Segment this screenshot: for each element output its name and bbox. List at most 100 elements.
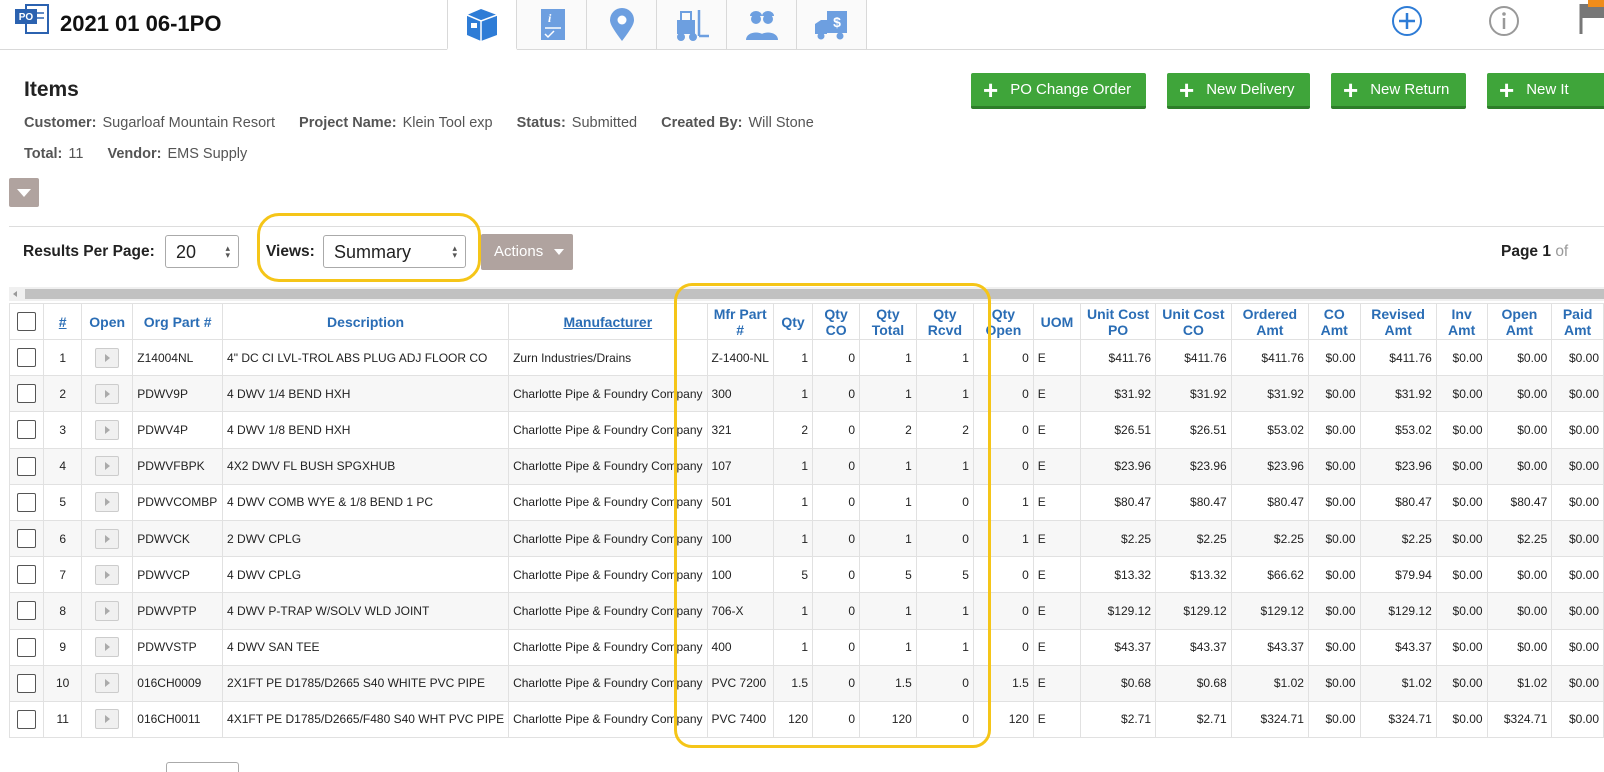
open-amt: $324.71	[1486, 700, 1553, 739]
row-checkbox[interactable]	[17, 565, 37, 585]
table-row[interactable]: 1 Z14004NL 4" DC CI LVL-TROL ABS PLUG ADJ …	[8, 338, 1604, 377]
column-header[interactable]: Qty Open	[972, 303, 1034, 340]
table-row[interactable]: 3 PDWV4P 4 DWV 1/8 BEND HXH Charlotte Pipe …	[8, 411, 1604, 449]
flag-icon[interactable]	[1578, 0, 1604, 36]
collapse-toggle-button[interactable]	[9, 178, 39, 207]
tab-billing[interactable]: $	[797, 0, 867, 50]
scrollbar-thumb[interactable]	[25, 289, 1604, 299]
description: 4 DWV CPLG	[222, 556, 510, 594]
row-checkbox[interactable]	[17, 384, 37, 404]
row-checkbox[interactable]	[17, 420, 37, 440]
new-delivery-button[interactable]: + New Delivery	[1167, 73, 1310, 109]
column-header[interactable]: Qty Rcvd	[915, 303, 974, 340]
unit-cost-po: $0.68	[1080, 664, 1157, 702]
column-header[interactable]: Mfr Part #	[706, 303, 774, 340]
qty-total: 1	[859, 519, 917, 558]
add-circle-icon[interactable]	[1390, 4, 1424, 38]
open-row-button[interactable]	[95, 528, 120, 549]
row-checkbox[interactable]	[17, 348, 37, 368]
new-return-button[interactable]: + New Return	[1331, 73, 1466, 109]
row-checkbox[interactable]	[17, 709, 37, 729]
open-row-button[interactable]	[95, 383, 120, 404]
table-row[interactable]: 10 016CH0009 2X1FT PE D1785/D2665 S40 WHIT…	[8, 664, 1604, 702]
bottom-pager-select[interactable]	[166, 762, 239, 772]
column-header[interactable]: Description	[222, 303, 510, 340]
po-change-order-button[interactable]: + PO Change Order	[971, 73, 1146, 109]
open-row-button[interactable]	[95, 600, 120, 621]
row-checkbox[interactable]	[17, 492, 37, 512]
tab-contacts[interactable]	[727, 0, 797, 50]
open-row-button[interactable]	[95, 564, 120, 585]
description: 4 DWV P-TRAP W/SOLV WLD JOINT	[222, 592, 510, 630]
revised-amt: $129.12	[1359, 592, 1437, 630]
column-header[interactable]: Manufacturer	[508, 303, 708, 340]
qty-co: 0	[812, 664, 861, 702]
column-header[interactable]: Unit Cost CO	[1155, 303, 1232, 340]
row-checkbox[interactable]	[17, 529, 37, 549]
table-row[interactable]: 5 PDWVCOMBP 4 DWV COMB WYE & 1/8 BEND 1 PC…	[8, 483, 1604, 521]
actions-dropdown-button[interactable]: Actions	[481, 234, 573, 270]
qty: 120	[772, 700, 814, 739]
qty-co: 0	[812, 628, 861, 666]
open-row-button[interactable]	[95, 637, 120, 658]
column-header[interactable]: Open Amt	[1486, 303, 1553, 340]
status-value: Submitted	[571, 115, 638, 131]
tab-info[interactable]: i	[517, 0, 587, 50]
results-per-page-label: Results Per Page:	[23, 243, 155, 260]
column-header[interactable]: Inv Amt	[1435, 303, 1488, 340]
ordered-amt: $324.71	[1230, 700, 1309, 739]
open-row-button[interactable]	[95, 492, 120, 513]
table-row[interactable]: 4 PDWVFBPK 4X2 DWV FL BUSH SPGXHUB Charlott…	[8, 447, 1604, 485]
column-header[interactable]: Paid Amt	[1551, 303, 1604, 340]
column-header[interactable]: #	[43, 303, 83, 340]
row-select-cell	[8, 338, 45, 377]
column-header[interactable]: Revised Amt	[1359, 303, 1437, 340]
column-header[interactable]: Org Part #	[132, 303, 224, 340]
info-circle-icon[interactable]	[1487, 4, 1521, 38]
column-header[interactable]: Open	[81, 303, 134, 340]
row-checkbox[interactable]	[17, 601, 37, 621]
open-row-button[interactable]	[95, 709, 120, 730]
column-header[interactable]: Qty CO	[812, 303, 861, 340]
table-row[interactable]: 11 016CH0011 4X1FT PE D1785/D2665/F480 S40…	[8, 700, 1604, 739]
table-row[interactable]: 6 PDWVCK 2 DWV CPLG Charlotte Pipe & Foundr…	[8, 519, 1604, 558]
revised-amt: $2.25	[1359, 519, 1437, 558]
tab-delivery[interactable]	[657, 0, 727, 50]
horizontal-scrollbar[interactable]	[9, 287, 1604, 301]
uom: E	[1032, 338, 1082, 377]
manufacturer: Charlotte Pipe & Foundry Company	[508, 664, 708, 702]
table-row[interactable]: 9 PDWVSTP 4 DWV SAN TEE Charlotte Pipe & Fo…	[8, 628, 1604, 666]
column-header[interactable]: Unit Cost PO	[1080, 303, 1157, 340]
manufacturer: Zurn Industries/Drains	[508, 338, 708, 377]
qty-rcvd: 0	[915, 483, 974, 521]
column-header[interactable]: UOM	[1032, 303, 1082, 340]
results-per-page-select[interactable]: 20 ▴ ▾	[165, 235, 239, 268]
open-row-button[interactable]	[95, 347, 120, 368]
ordered-amt: $129.12	[1230, 592, 1309, 630]
select-all-checkbox[interactable]	[17, 312, 37, 331]
qty-rcvd: 5	[915, 556, 974, 594]
row-number: 11	[43, 700, 83, 739]
column-header[interactable]: Qty Total	[859, 303, 917, 340]
total-label: Total:	[24, 146, 63, 162]
row-checkbox[interactable]	[17, 637, 37, 657]
tab-items[interactable]	[447, 0, 517, 50]
org-part-number: PDWVCOMBP	[132, 483, 224, 521]
column-header[interactable]: Ordered Amt	[1230, 303, 1309, 340]
column-header[interactable]: Qty	[772, 303, 814, 340]
tab-location[interactable]	[587, 0, 657, 50]
open-row-button[interactable]	[95, 673, 120, 694]
open-row-button[interactable]	[95, 456, 120, 477]
column-header[interactable]: CO Amt	[1307, 303, 1361, 340]
row-checkbox[interactable]	[17, 673, 37, 693]
qty: 1	[772, 447, 814, 485]
row-select-cell	[8, 447, 45, 485]
table-row[interactable]: 2 PDWV9P 4 DWV 1/4 BEND HXH Charlotte Pipe …	[8, 375, 1604, 413]
row-checkbox[interactable]	[17, 456, 37, 476]
scroll-left-icon[interactable]	[13, 291, 17, 297]
table-row[interactable]: 8 PDWVPTP 4 DWV P-TRAP W/SOLV WLD JOINT Cha…	[8, 592, 1604, 630]
table-row[interactable]: 7 PDWVCP 4 DWV CPLG Charlotte Pipe & Foundr…	[8, 556, 1604, 594]
open-row-button[interactable]	[95, 419, 120, 440]
new-item-button[interactable]: + New It	[1487, 73, 1604, 109]
row-number: 5	[43, 483, 83, 521]
